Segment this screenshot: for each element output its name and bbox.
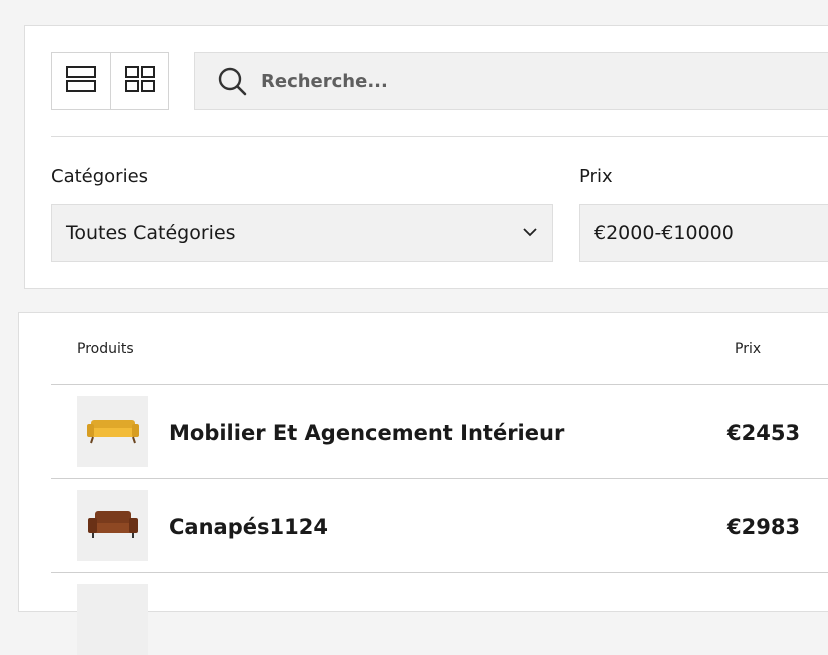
search-input[interactable]: [259, 69, 663, 93]
categories-selected-value: Toutes Catégories: [66, 222, 236, 244]
list-view-icon: [66, 66, 96, 96]
yellow-sofa-icon: [86, 414, 139, 450]
chevron-down-icon: [522, 223, 538, 245]
brown-leather-sofa-icon: [87, 507, 139, 545]
row-divider: [51, 572, 828, 573]
product-thumbnail[interactable]: [77, 584, 148, 655]
product-name[interactable]: Canapés1124: [169, 515, 328, 539]
product-thumbnail[interactable]: [77, 396, 148, 467]
list-view-button[interactable]: [52, 53, 110, 109]
price-range-value: €2000-€10000: [594, 222, 734, 244]
products-table: Produits Prix Mobilier Et Agencement Int…: [18, 312, 828, 655]
filters-divider: [51, 136, 828, 137]
column-header-products: Produits: [77, 341, 134, 357]
price-label: Prix: [579, 166, 613, 187]
header-divider: [51, 384, 828, 385]
view-toggle: [51, 52, 169, 110]
product-thumbnail[interactable]: [77, 490, 148, 561]
column-header-price: Prix: [735, 341, 762, 357]
product-price: €2453: [727, 421, 801, 445]
categories-select[interactable]: Toutes Catégories: [51, 204, 553, 262]
grid-view-button[interactable]: [110, 53, 168, 109]
product-price: €2983: [727, 515, 801, 539]
grid-view-icon: [124, 66, 155, 96]
price-range-input[interactable]: €2000-€10000: [579, 204, 828, 262]
product-name[interactable]: Mobilier Et Agencement Intérieur: [169, 421, 564, 445]
row-divider: [51, 478, 828, 479]
search-bar: [194, 52, 828, 110]
categories-label: Catégories: [51, 166, 149, 187]
search-icon[interactable]: [217, 66, 247, 96]
filters-panel: Catégories Toutes Catégories Prix €2000-…: [24, 25, 828, 289]
